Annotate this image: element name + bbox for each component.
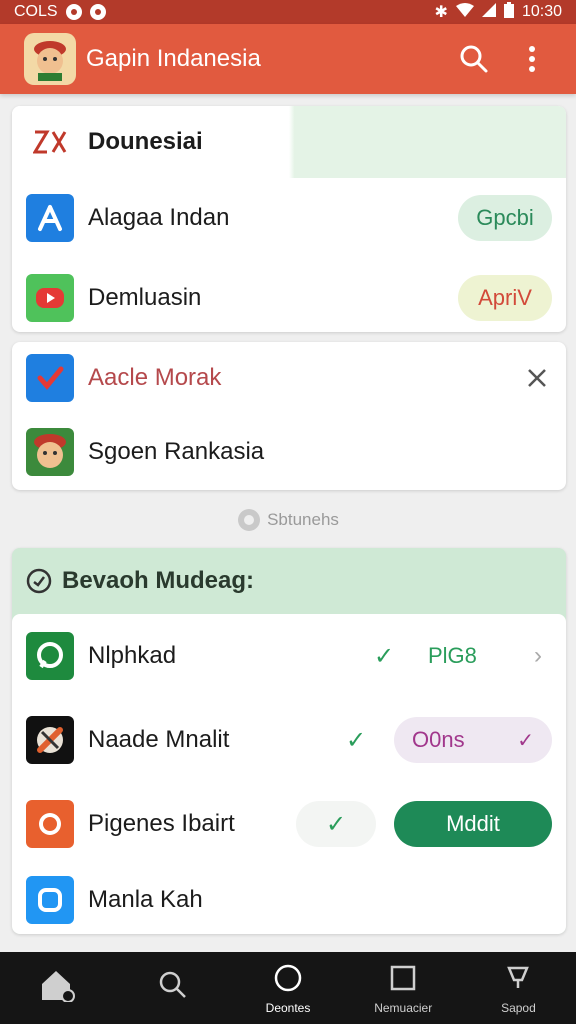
action-pill-button[interactable]: ApriV (458, 275, 552, 321)
avatar (26, 428, 74, 476)
checkmark-icon: ✓ (345, 726, 367, 754)
app-bar: Gapin Indanesia (0, 24, 576, 94)
list-item[interactable]: Sgoen Rankasia (12, 414, 566, 490)
target-icon (26, 800, 74, 848)
square-icon (390, 961, 416, 995)
list-item[interactable]: Nlphkad ✓ PlG8 › (12, 614, 566, 698)
more-vertical-icon (529, 46, 535, 72)
status-carrier-text: COLS (14, 3, 58, 20)
check-circle-icon (26, 568, 52, 594)
list-item-label: Demluasin (88, 284, 202, 311)
wifi-icon (455, 2, 474, 22)
check-icon: ✓ (517, 729, 534, 752)
more-options-button[interactable] (512, 39, 552, 79)
video-play-icon (26, 274, 74, 322)
chevron-right-icon[interactable]: › (524, 642, 552, 670)
category-card: Dounesiai Alagaa Indan Gpcbi Demluasin A… (12, 106, 566, 332)
list-item[interactable]: Pigenes Ibairt ✓ Mddit (12, 782, 566, 866)
status-pill-button[interactable]: O0ns ✓ (394, 717, 552, 763)
pill-label: O0ns (412, 727, 465, 752)
status-section-card: Bevaoh Mudeag: Nlphkad ✓ PlG8 › Naade Mn… (12, 548, 566, 934)
nav-label: Sapod (501, 1001, 536, 1015)
primary-action-button[interactable]: Mddit (394, 801, 552, 847)
item-value: PlG8 (428, 643, 477, 668)
list-item-label: Alagaa Indan (88, 204, 230, 231)
search-button[interactable] (454, 39, 494, 79)
divider-label: Sbtunehs (267, 510, 339, 529)
card-header: Dounesiai (12, 106, 566, 178)
category-logo-icon (26, 118, 74, 166)
list-item-label: Sgoen Rankasia (88, 438, 265, 465)
checkmark-pill: ✓ (296, 801, 376, 847)
nav-item-sapod[interactable]: Sapod (461, 952, 576, 1024)
bluetooth-icon: ✱ (434, 4, 448, 21)
list-item-label: Pigenes Ibairt (88, 810, 235, 837)
nav-item-nemuacier[interactable]: Nemuacier (346, 952, 461, 1024)
app-title: Gapin Indanesia (86, 45, 261, 72)
nav-item-search[interactable] (115, 952, 230, 1024)
status-time: 10:30 (521, 3, 562, 20)
list-item[interactable]: Alagaa Indan Gpcbi (12, 178, 566, 258)
list-item-label: Nlphkad (88, 642, 177, 669)
signal-icon (481, 2, 496, 22)
checkmark-icon: ✓ (325, 810, 347, 838)
checkmark-app-icon (26, 354, 74, 402)
list-item-label: Naade Mnalit (88, 726, 230, 753)
nav-item-deontes[interactable]: Deontes (230, 952, 345, 1024)
list-item-label: Aacle Morak (88, 364, 222, 391)
section-divider: Sbtunehs (0, 506, 576, 534)
search-icon (460, 45, 488, 73)
notification-icon (89, 4, 106, 20)
list-item[interactable]: Manla Kah (12, 866, 566, 934)
app-logo-avatar (24, 33, 76, 85)
app-a-icon (26, 194, 74, 242)
section-title: Bevaoh Mudeag: (62, 567, 255, 594)
bottom-navigation: Deontes Nemuacier Sapod (0, 952, 576, 1024)
circle-icon (273, 961, 303, 995)
refresh-icon (238, 509, 261, 531)
notification-icon (65, 4, 82, 20)
battery-icon (503, 1, 514, 23)
status-bar: COLS ✱ 10:30 (0, 0, 576, 24)
search-icon (158, 968, 188, 1002)
action-pill-button[interactable]: Gpcbi (458, 195, 552, 241)
recent-card: Aacle Morak Sgoen Rankasia (12, 342, 566, 490)
chat-bubble-icon (26, 632, 74, 680)
nav-item-home[interactable] (0, 952, 115, 1024)
card-header-title: Dounesiai (88, 128, 203, 155)
list-item[interactable]: Naade Mnalit ✓ O0ns ✓ (12, 698, 566, 782)
section-header: Bevaoh Mudeag: (12, 548, 566, 614)
camera-app-icon (26, 876, 74, 924)
home-icon (40, 968, 76, 1002)
list-item-label: Manla Kah (88, 886, 203, 913)
nav-label: Deontes (265, 1001, 311, 1015)
tools-icon (26, 716, 74, 764)
checkmark-icon: ✓ (373, 642, 395, 670)
lamp-icon (505, 961, 531, 995)
close-icon[interactable] (522, 363, 552, 393)
nav-label: Nemuacier (374, 1001, 433, 1015)
list-item[interactable]: Demluasin ApriV (12, 258, 566, 332)
list-item[interactable]: Aacle Morak (12, 342, 566, 414)
